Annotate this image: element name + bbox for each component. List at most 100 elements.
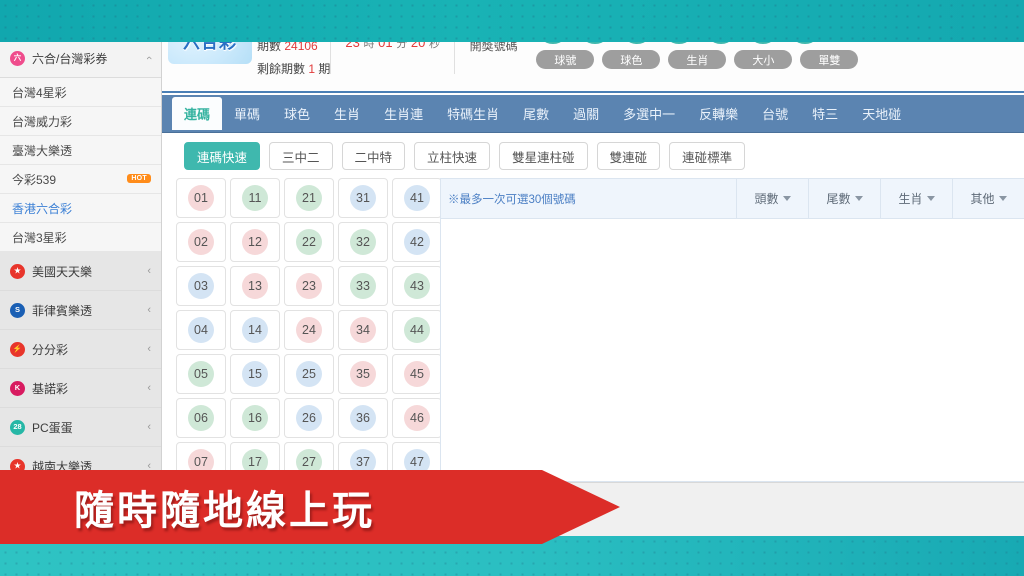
number-chip: 33 — [350, 273, 376, 299]
swirl-icon: S — [10, 302, 25, 318]
number-cell[interactable]: 41 — [392, 178, 442, 218]
tab-6[interactable]: 尾數 — [511, 97, 561, 130]
sidebar-item-2[interactable]: 臺灣大樂透 — [0, 136, 161, 165]
six-circle-icon: 六 — [10, 50, 25, 66]
number-cell[interactable]: 34 — [338, 310, 388, 350]
remaining-label: 剩餘期數 — [257, 61, 306, 76]
sidebar-item-0[interactable]: 台灣4星彩 — [0, 78, 161, 107]
number-chip: 04 — [188, 317, 214, 343]
chevron-left-icon: ‹ — [147, 343, 151, 355]
number-chip: 15 — [242, 361, 268, 387]
sidebar-bottom-groups: ★ 美國天天樂 ‹ S 菲律賓樂透 ‹ ⚡ 分分彩 ‹ K 基諾彩 ‹ 28 PC蛋蛋 ‹ ★ 越南大樂透 ‹ — [0, 252, 161, 486]
number-chip: 03 — [188, 273, 214, 299]
tab-7[interactable]: 過關 — [561, 97, 611, 130]
number-cell[interactable]: 31 — [338, 178, 388, 218]
promo-arrow-banner: 隨時隨地線上玩 — [0, 470, 620, 544]
number-cell[interactable]: 05 — [176, 354, 226, 394]
sidebar-group-bottom-4[interactable]: 28 PC蛋蛋 ‹ — [0, 408, 161, 447]
star-icon: ★ — [10, 263, 25, 279]
selection-panel-body — [441, 219, 1024, 481]
sidebar-group-label: 基諾彩 — [32, 381, 69, 396]
number-cell[interactable]: 32 — [338, 222, 388, 262]
tab-5[interactable]: 特碼生肖 — [435, 97, 511, 130]
number-cell[interactable]: 46 — [392, 398, 442, 438]
chevron-left-icon: ‹ — [147, 421, 151, 433]
number-cell[interactable]: 26 — [284, 398, 334, 438]
number-chip: 32 — [350, 229, 376, 255]
number-chip: 21 — [296, 185, 322, 211]
number-cell[interactable]: 16 — [230, 398, 280, 438]
selection-panel: ※最多一次可選30個號碼 頭數 尾數 生肖 其他 — [440, 178, 1024, 482]
number-cell[interactable]: 14 — [230, 310, 280, 350]
number-cell[interactable]: 33 — [338, 266, 388, 306]
number-chip: 34 — [350, 317, 376, 343]
sidebar-item-label: 臺灣大樂透 — [12, 143, 73, 158]
number-cell[interactable]: 35 — [338, 354, 388, 394]
tab-4[interactable]: 生肖連 — [372, 97, 435, 130]
tab-9[interactable]: 反轉樂 — [687, 97, 750, 130]
number-chip: 45 — [404, 361, 430, 387]
number-cell[interactable]: 24 — [284, 310, 334, 350]
remaining-row: 剩餘期數 1 期 — [257, 58, 330, 81]
number-chip: 44 — [404, 317, 430, 343]
number-cell[interactable]: 44 — [392, 310, 442, 350]
tab-3[interactable]: 生肖 — [322, 97, 372, 130]
filter-3[interactable]: 其他 — [952, 179, 1024, 218]
tab-1[interactable]: 單碼 — [222, 97, 272, 130]
number-cell[interactable]: 45 — [392, 354, 442, 394]
number-cell[interactable]: 01 — [176, 178, 226, 218]
number-cell[interactable]: 22 — [284, 222, 334, 262]
number-cell[interactable]: 21 — [284, 178, 334, 218]
play-mode-button-2[interactable]: 二中特 — [341, 142, 406, 170]
number-cell[interactable]: 02 — [176, 222, 226, 262]
sidebar-group-bottom-2[interactable]: ⚡ 分分彩 ‹ — [0, 330, 161, 369]
sidebar-group-bottom-1[interactable]: S 菲律賓樂透 ‹ — [0, 291, 161, 330]
hot-badge: HOT — [127, 173, 151, 183]
play-mode-button-1[interactable]: 三中二 — [269, 142, 333, 170]
number-cell[interactable]: 23 — [284, 266, 334, 306]
bolt-icon: ⚡ — [10, 341, 25, 357]
play-mode-button-3[interactable]: 立柱快速 — [414, 142, 491, 170]
number-chip: 24 — [296, 317, 322, 343]
twentyeight-icon: 28 — [10, 419, 25, 435]
number-cell[interactable]: 15 — [230, 354, 280, 394]
number-cell[interactable]: 04 — [176, 310, 226, 350]
number-cell[interactable]: 25 — [284, 354, 334, 394]
tab-12[interactable]: 天地碰 — [850, 97, 913, 130]
sidebar-group-1[interactable]: 六六合/台灣彩券 ‹ — [0, 39, 161, 78]
sidebar-item-5[interactable]: 台灣3星彩 — [0, 223, 161, 252]
play-mode-button-6[interactable]: 連碰標準 — [669, 142, 746, 170]
play-mode-button-5[interactable]: 雙連碰 — [596, 142, 661, 170]
sidebar-group-bottom-3[interactable]: K 基諾彩 ‹ — [0, 369, 161, 408]
number-chip: 41 — [404, 185, 430, 211]
play-mode-button-0[interactable]: 連碼快速 — [184, 142, 261, 170]
k-circle-icon: K — [10, 380, 25, 396]
tab-8[interactable]: 多選中一 — [611, 97, 687, 130]
chevron-down-icon — [854, 196, 863, 201]
filter-0[interactable]: 頭數 — [736, 179, 808, 218]
tab-11[interactable]: 特三 — [800, 97, 850, 130]
tab-10[interactable]: 台號 — [750, 97, 800, 130]
number-cell[interactable]: 03 — [176, 266, 226, 306]
sidebar-group-bottom-0[interactable]: ★ 美國天天樂 ‹ — [0, 252, 161, 291]
filter-1[interactable]: 尾數 — [808, 179, 880, 218]
number-cell[interactable]: 13 — [230, 266, 280, 306]
play-mode-button-4[interactable]: 雙星連柱碰 — [499, 142, 588, 170]
legend-pill-3: 大小 — [734, 50, 793, 69]
tab-2[interactable]: 球色 — [272, 97, 322, 130]
filter-2[interactable]: 生肖 — [880, 179, 952, 218]
number-cell[interactable]: 36 — [338, 398, 388, 438]
promo-top-banner — [0, 0, 1024, 42]
sidebar-group-label: 六合/台灣彩券 — [32, 51, 108, 66]
tab-0[interactable]: 連碼 — [172, 97, 223, 130]
number-cell[interactable]: 06 — [176, 398, 226, 438]
play-mode-buttons: 連碼快速 三中二 二中特 立柱快速 雙星連柱碰 雙連碰 連碰標準 — [162, 133, 1024, 179]
number-cell[interactable]: 11 — [230, 178, 280, 218]
sidebar-item-3[interactable]: 今彩539 HOT — [0, 165, 161, 194]
number-cell[interactable]: 42 — [392, 222, 442, 262]
sidebar-item-1[interactable]: 台灣威力彩 — [0, 107, 161, 136]
sidebar-item-4[interactable]: 香港六合彩 — [0, 194, 161, 223]
sidebar-item-label: 台灣威力彩 — [12, 114, 73, 129]
number-cell[interactable]: 43 — [392, 266, 442, 306]
number-cell[interactable]: 12 — [230, 222, 280, 262]
